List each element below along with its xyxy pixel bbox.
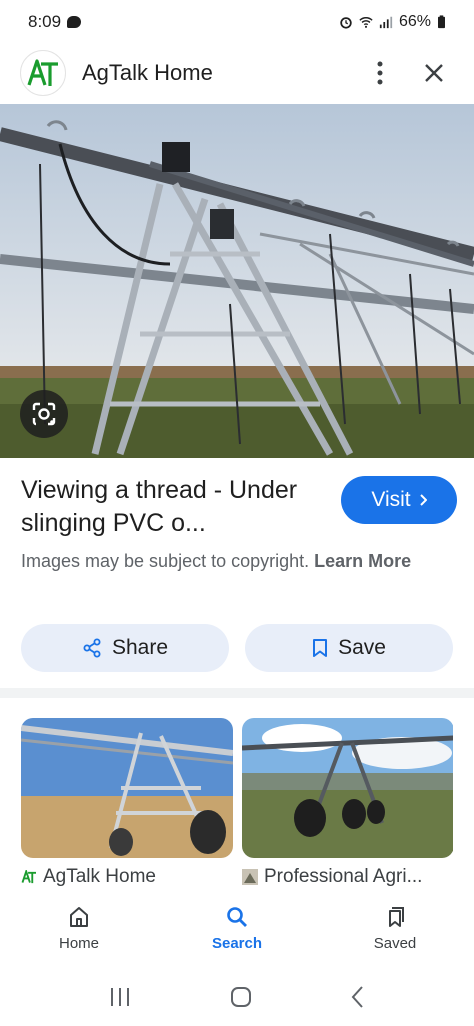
copyright-notice: Images may be subject to copyright. Lear… [21,548,451,575]
pivot-thumbnail-1 [21,718,233,858]
related-source-label: AgTalk Home [43,866,156,887]
nav-search[interactable]: Search [177,905,297,952]
system-nav-bar [0,968,474,1026]
section-divider [0,688,474,698]
saved-icon [389,906,404,927]
result-title[interactable]: Viewing a thread - Under slinging PVC o.… [21,474,321,540]
related-card[interactable]: Professional Agri... [242,718,453,888]
lens-button[interactable] [20,390,68,438]
close-button[interactable] [414,53,454,93]
save-label: Save [338,636,386,659]
battery-percent: 66% [398,13,431,30]
status-time: 8:09 [28,12,62,31]
chat-icon [67,16,82,28]
visit-label: Visit [371,488,411,511]
site-favicon [242,869,258,885]
close-icon [425,64,443,82]
site-logo[interactable] [20,50,66,96]
home-icon [70,906,88,927]
back-icon[interactable] [350,985,366,1009]
home-pill-icon[interactable] [229,985,253,1009]
pivot-thumbnail-2 [242,718,453,858]
signal-icon [379,16,393,29]
more-vert-icon [377,61,383,85]
alarm-icon [340,17,352,29]
more-options-button[interactable] [360,53,400,93]
related-images: AgTalk Home Professional Agri... [21,718,453,888]
related-thumbnail[interactable] [21,718,233,858]
agtalk-favicon [21,870,36,884]
recents-icon[interactable] [108,986,132,1008]
lens-icon [32,402,56,426]
bookmark-icon [313,639,328,657]
status-bar: 8:09 66% [0,0,474,44]
visit-button[interactable]: Visit [341,476,457,524]
wifi-icon [359,17,373,28]
save-button[interactable]: Save [245,624,453,672]
related-source-label: Professional Agri... [264,866,423,887]
irrigation-pivot-photo [0,104,474,458]
agtalk-logo-icon [27,59,58,86]
battery-icon [438,15,445,29]
search-icon [227,906,247,927]
related-thumbnail[interactable] [242,718,453,858]
page-title: AgTalk Home [82,60,213,85]
share-label: Share [111,636,169,659]
hero-image[interactable] [0,104,474,458]
nav-home[interactable]: Home [19,905,139,952]
nav-home-label: Home [58,934,99,952]
learn-more-link[interactable]: Learn More [314,551,411,571]
share-icon [83,638,101,658]
bottom-nav: Home Search Saved [0,888,474,968]
share-button[interactable]: Share [21,624,229,672]
nav-saved[interactable]: Saved [335,905,455,952]
related-card[interactable]: AgTalk Home [21,718,233,888]
chevron-right-icon [419,494,427,506]
header: AgTalk Home [0,44,474,102]
nav-search-label: Search [211,934,263,952]
nav-saved-label: Saved [373,934,417,952]
copyright-text: Images may be subject to copyright. [21,551,315,571]
